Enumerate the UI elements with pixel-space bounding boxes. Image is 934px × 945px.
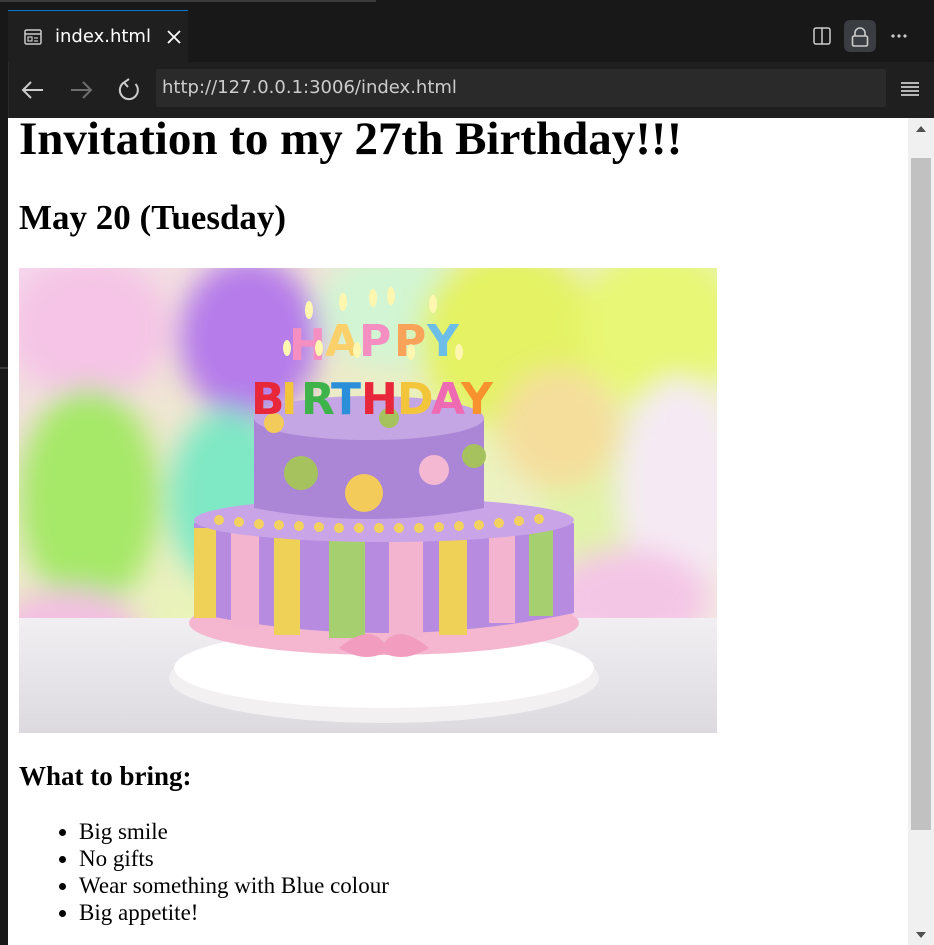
list-item: No gifts	[79, 845, 389, 872]
more-actions-icon	[891, 34, 907, 38]
svg-text:D: D	[397, 374, 434, 425]
preview-icon	[24, 29, 42, 45]
edge-marker	[0, 367, 8, 369]
scrollbar-thumb[interactable]	[911, 158, 931, 830]
svg-text:Y: Y	[426, 316, 460, 367]
reload-icon[interactable]	[115, 76, 143, 104]
arrow-left-icon[interactable]	[19, 76, 47, 104]
bring-list: Big smile No gifts Wear something with B…	[38, 818, 389, 926]
lock-button[interactable]	[844, 20, 876, 52]
birthday-cake-image: H A P P Y B I R T H D A Y	[19, 268, 717, 733]
hamburger-menu-icon[interactable]	[899, 78, 921, 100]
tab-index-html[interactable]: index.html	[8, 10, 188, 62]
close-icon[interactable]	[166, 29, 182, 45]
svg-text:R: R	[301, 374, 335, 425]
tab-bar: index.html	[0, 10, 934, 62]
svg-text:A: A	[431, 374, 465, 425]
svg-text:A: A	[325, 316, 359, 367]
more-actions-button[interactable]	[883, 20, 915, 52]
list-item: Big appetite!	[79, 899, 389, 926]
split-editor-icon	[813, 27, 831, 45]
left-edge	[0, 62, 8, 945]
svg-text:H: H	[361, 374, 398, 425]
svg-text:P: P	[359, 316, 391, 367]
top-strip-indicator	[0, 0, 376, 2]
editor-top-strip	[0, 0, 934, 10]
bring-heading: What to bring:	[19, 761, 192, 791]
lock-icon	[851, 27, 869, 47]
url-input[interactable]	[156, 69, 886, 107]
svg-text:I: I	[281, 374, 297, 425]
svg-text:T: T	[331, 374, 361, 425]
split-editor-button[interactable]	[806, 20, 838, 52]
list-item: Wear something with Blue colour	[79, 872, 389, 899]
vertical-scrollbar[interactable]	[908, 118, 934, 945]
svg-text:Y: Y	[460, 374, 494, 425]
arrow-right-icon[interactable]	[67, 76, 95, 104]
event-date: May 20 (Tuesday)	[19, 198, 287, 237]
page-viewport: Invitation to my 27th Birthday!!! May 20…	[8, 118, 908, 945]
scroll-up-arrow-icon[interactable]	[908, 118, 934, 144]
svg-text:B: B	[251, 374, 285, 425]
list-item: Big smile	[79, 818, 389, 845]
tab-label: index.html	[55, 26, 151, 47]
browser-nav-bar	[8, 62, 934, 118]
page-heading: Invitation to my 27th Birthday!!!	[19, 118, 683, 165]
scroll-down-arrow-icon[interactable]	[908, 925, 934, 945]
